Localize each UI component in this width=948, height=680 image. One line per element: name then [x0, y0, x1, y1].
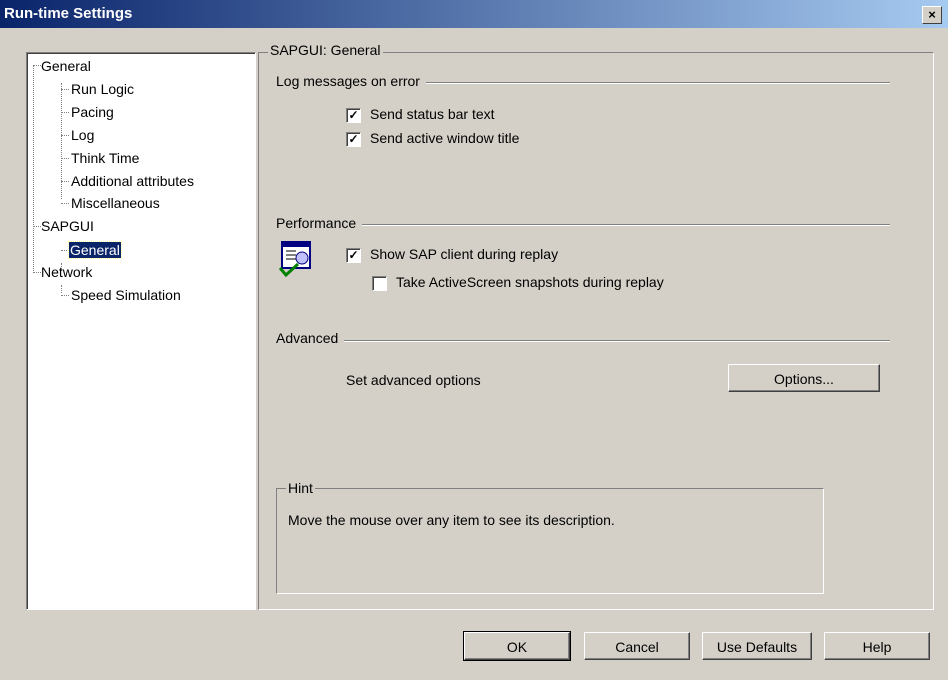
- title-bar: Run-time Settings ×: [0, 0, 948, 28]
- tree-item-pacing[interactable]: Pacing: [71, 103, 114, 121]
- tree-connector: [61, 203, 69, 204]
- tree-item-think-time[interactable]: Think Time: [71, 149, 139, 167]
- use-defaults-button[interactable]: Use Defaults: [702, 632, 812, 660]
- tree-connector: [61, 112, 69, 113]
- section-divider: [276, 224, 890, 226]
- tree-item-miscellaneous[interactable]: Miscellaneous: [71, 194, 160, 212]
- options-button[interactable]: Options...: [728, 364, 880, 392]
- panel-title: SAPGUI: General: [268, 42, 383, 58]
- tree-item-speed-simulation[interactable]: Speed Simulation: [71, 286, 181, 304]
- settings-tree[interactable]: General Run Logic Pacing Log Think Time …: [26, 52, 256, 610]
- window-title: Run-time Settings: [4, 5, 133, 22]
- show-sap-client-label[interactable]: Show SAP client during replay: [370, 246, 558, 262]
- activescreen-snapshots-checkbox[interactable]: [372, 276, 387, 291]
- tree-item-general[interactable]: General: [41, 57, 91, 75]
- tree-connector: [61, 181, 69, 182]
- cancel-button[interactable]: Cancel: [584, 632, 690, 660]
- tree-connector: [61, 285, 62, 293]
- performance-section-heading: Performance: [276, 215, 363, 231]
- tree-connector: [61, 89, 69, 90]
- hint-box: [276, 488, 824, 594]
- advanced-options-text: Set advanced options: [346, 372, 481, 388]
- send-window-title-checkbox[interactable]: ✓: [346, 132, 361, 147]
- tree-item-network[interactable]: Network: [41, 263, 92, 281]
- hint-text: Move the mouse over any item to see its …: [288, 512, 615, 528]
- help-button[interactable]: Help: [824, 632, 930, 660]
- tree-connector: [61, 250, 69, 251]
- tree-item-sapgui-general[interactable]: General: [68, 241, 122, 259]
- send-status-bar-checkbox[interactable]: ✓: [346, 108, 361, 123]
- tree-item-additional-attributes[interactable]: Additional attributes: [71, 172, 194, 190]
- send-window-title-label[interactable]: Send active window title: [370, 130, 519, 146]
- tree-connector: [61, 295, 69, 296]
- tree-connector: [33, 65, 41, 66]
- show-sap-client-checkbox[interactable]: ✓: [346, 248, 361, 263]
- activescreen-snapshots-label[interactable]: Take ActiveScreen snapshots during repla…: [396, 274, 664, 290]
- sap-client-icon: [278, 241, 311, 278]
- tree-item-run-logic[interactable]: Run Logic: [71, 80, 134, 98]
- hint-heading: Hint: [286, 480, 315, 496]
- tree-connector: [33, 226, 41, 227]
- close-button[interactable]: ×: [922, 6, 942, 24]
- ok-button[interactable]: OK: [463, 631, 571, 661]
- tree-connector: [33, 272, 41, 273]
- tree-connector: [61, 158, 69, 159]
- send-status-bar-label[interactable]: Send status bar text: [370, 106, 495, 122]
- tree-connector: [33, 65, 34, 271]
- log-section-heading: Log messages on error: [276, 73, 426, 89]
- section-divider: [276, 340, 890, 342]
- tree-connector: [61, 135, 69, 136]
- advanced-section-heading: Advanced: [276, 330, 345, 346]
- tree-item-sapgui[interactable]: SAPGUI: [41, 217, 94, 235]
- tree-item-log[interactable]: Log: [71, 126, 94, 144]
